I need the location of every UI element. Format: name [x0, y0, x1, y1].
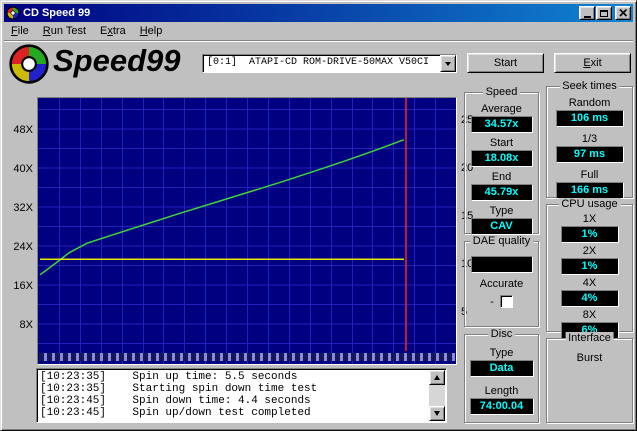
axis-label: 24X [5, 241, 33, 253]
panel-speed: Speed Average 34.57x Start 18.08x End 45… [464, 92, 539, 234]
accurate-label: Accurate [465, 278, 538, 290]
burst-label: Burst [547, 352, 632, 364]
panel-title: Interface [565, 332, 614, 344]
combobox-dropdown-button[interactable] [440, 55, 456, 72]
lcd-value: Data [470, 360, 534, 377]
lcd-value: 34.57x [471, 116, 533, 133]
titlebar[interactable]: CD Speed 99 [4, 4, 633, 22]
log-scrollbar[interactable] [429, 370, 445, 421]
lcd-value [471, 256, 533, 273]
axis-label: 16X [5, 280, 33, 292]
panel-title: DAE quality [470, 235, 533, 247]
minimize-icon [584, 16, 591, 18]
field-label: Random [547, 97, 632, 109]
panel-interface: Interface Burst [546, 338, 633, 423]
lcd-value: 1% [561, 226, 619, 243]
field-label: Type [465, 347, 538, 359]
speed-chart [37, 97, 457, 365]
speed-chart-svg [38, 98, 456, 364]
lcd-value: 97 ms [556, 146, 624, 163]
field-label: Full [547, 169, 632, 181]
panel-cpu-usage: CPU usage 1X 1% 2X 1% 4X 4% 8X 6% [546, 204, 633, 332]
minimize-button[interactable] [579, 6, 595, 20]
window-title: CD Speed 99 [23, 7, 90, 19]
lcd-value: 74:00.04 [470, 398, 534, 415]
field-label: Type [465, 205, 538, 217]
scroll-up-button[interactable] [429, 370, 445, 385]
axis-label: 48X [5, 124, 33, 136]
close-button[interactable] [615, 6, 631, 20]
panel-title: Seek times [559, 80, 619, 92]
menu-item-help[interactable]: Help [133, 22, 170, 40]
drive-combobox-value: [0:1] ATAPI-CD ROM-DRIVE-50MAX V50CI [203, 55, 440, 72]
field-label: 1/3 [547, 133, 632, 145]
lcd-value: 1% [561, 258, 619, 275]
app-window: CD Speed 99 File Run Test Extra Help Spe… [0, 0, 637, 431]
close-icon [619, 9, 628, 17]
field-label: Average [465, 103, 538, 115]
lcd-value: 45.79x [471, 184, 533, 201]
panel-title: Speed [483, 86, 521, 98]
field-label: 2X [547, 245, 632, 257]
lcd-value: CAV [471, 218, 533, 235]
accurate-checkbox[interactable] [500, 295, 513, 308]
cd-logo-icon [7, 43, 51, 85]
field-label: 4X [547, 277, 632, 289]
logo-text: Speed99 [53, 43, 181, 79]
field-label: Start [465, 137, 538, 149]
log-panel: [10:23:35] Spin up time: 5.5 seconds [10… [36, 368, 447, 423]
chevron-down-icon [445, 62, 451, 66]
arrow-up-icon [434, 375, 440, 380]
axis-label: 40X [5, 163, 33, 175]
app-cd-icon [6, 6, 20, 20]
lcd-value: 166 ms [556, 182, 624, 199]
field-label: 8X [547, 309, 632, 321]
start-button[interactable]: Start [467, 53, 544, 73]
panel-title: Disc [488, 328, 515, 340]
field-label: Length [465, 385, 538, 397]
menu-item-file[interactable]: File [4, 22, 36, 40]
drive-combobox[interactable]: [0:1] ATAPI-CD ROM-DRIVE-50MAX V50CI [202, 54, 457, 73]
log-text: [10:23:35] Spin up time: 5.5 seconds [10… [40, 371, 428, 421]
exit-button[interactable]: Exit [554, 53, 631, 73]
axis-label: 32X [5, 202, 33, 214]
menu-item-run-test[interactable]: Run Test [36, 22, 93, 40]
lcd-value: 4% [561, 290, 619, 307]
maximize-button[interactable] [596, 6, 612, 20]
field-label: End [465, 171, 538, 183]
dae-dash-label: - [490, 296, 494, 308]
panel-title: CPU usage [558, 198, 620, 210]
lcd-value: 18.08x [471, 150, 533, 167]
lcd-value: 106 ms [556, 110, 624, 127]
arrow-down-icon [434, 411, 440, 416]
panel-dae-quality: DAE quality Accurate - [464, 241, 539, 327]
maximize-icon [600, 10, 608, 17]
axis-label: 8X [5, 319, 33, 331]
field-label: 1X [547, 213, 632, 225]
panel-seek-times: Seek times Random 106 ms 1/3 97 ms Full … [546, 86, 633, 198]
panel-disc: Disc Type Data Length 74:00.04 [464, 334, 539, 423]
menu-item-extra[interactable]: Extra [93, 22, 133, 40]
scroll-down-button[interactable] [429, 406, 445, 421]
menubar: File Run Test Extra Help [4, 22, 633, 41]
